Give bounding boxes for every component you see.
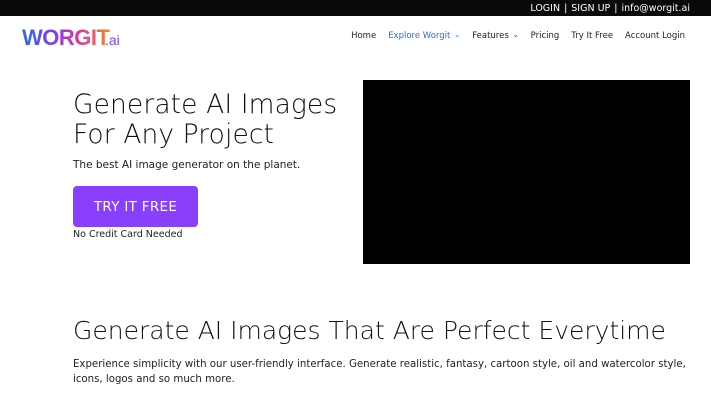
section-title: Generate AI Images That Are Perfect Ever… (73, 316, 666, 345)
hero-title-line2: For Any Project (73, 119, 275, 150)
chevron-down-icon: ⌄ (512, 31, 519, 39)
hero-subtitle: The best AI image generator on the plane… (73, 159, 301, 171)
nav-explore-label: Explore Worgit (388, 31, 451, 41)
hero-title-line1: Generate AI Images (73, 89, 338, 120)
logo-suffix: .ai (105, 32, 120, 48)
nav-account-login[interactable]: Account Login (625, 31, 685, 41)
signup-link[interactable]: SIGN UP (571, 3, 610, 14)
nav-try-it-free[interactable]: Try It Free (571, 31, 613, 41)
try-it-free-button[interactable]: TRY IT FREE (73, 186, 198, 227)
separator: | (614, 2, 618, 14)
nav-features-label: Features (472, 31, 509, 41)
section-description: Experience simplicity with our user-frie… (73, 359, 686, 385)
chevron-down-icon: ⌄ (454, 31, 461, 39)
top-utility-bar: LOGIN | SIGN UP | info@worgit.ai (0, 0, 711, 16)
logo-brand: WORGIT (22, 26, 110, 50)
nav-pricing[interactable]: Pricing (531, 31, 560, 41)
nav-explore-worgit[interactable]: Explore Worgit ⌄ (388, 31, 460, 41)
nav-account-label: Account Login (625, 31, 685, 41)
no-credit-card-note: No Credit Card Needed (73, 229, 183, 240)
login-link[interactable]: LOGIN (530, 3, 560, 14)
nav-try-label: Try It Free (571, 31, 614, 41)
logo-wordmark: WORGIT .ai (22, 26, 120, 50)
site-header: WORGIT .ai Home Explore Worgit ⌄ Feature… (0, 16, 711, 60)
nav-pricing-label: Pricing (530, 31, 560, 41)
worgit-logo[interactable]: WORGIT .ai (22, 26, 126, 50)
email-link[interactable]: info@worgit.ai (621, 3, 690, 14)
hero-video-player[interactable] (363, 80, 690, 264)
nav-home-label: Home (351, 31, 377, 41)
nav-features[interactable]: Features ⌄ (472, 31, 518, 41)
nav-home[interactable]: Home (351, 31, 376, 41)
main-nav: Home Explore Worgit ⌄ Features ⌄ Pricing… (339, 31, 685, 41)
separator: | (564, 2, 568, 14)
hero-title: Generate AI Images For Any Project (73, 90, 353, 150)
